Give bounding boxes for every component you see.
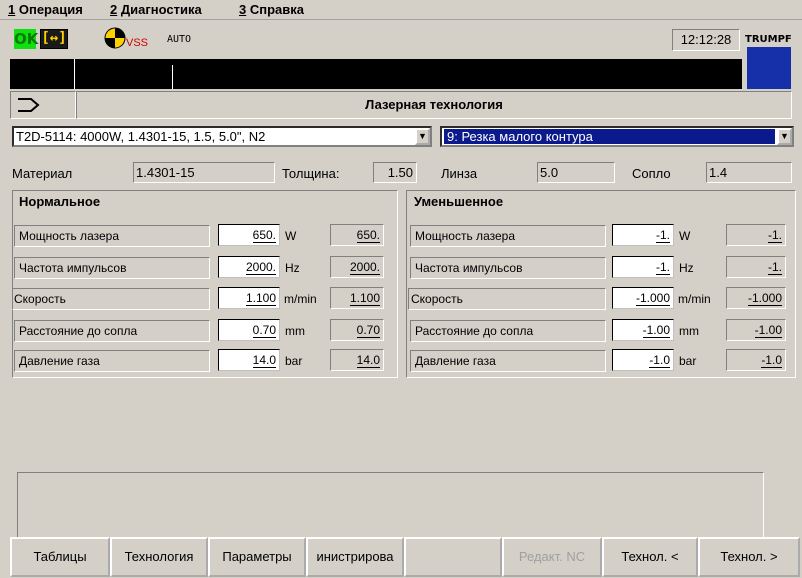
normal-label-speed: Скорость xyxy=(12,288,210,310)
message-area xyxy=(17,472,764,540)
chevron-down-icon[interactable]: ▼ xyxy=(777,128,792,145)
reduced-gas-pressure-input[interactable]: -1.0 xyxy=(612,349,674,371)
softkey-tables[interactable]: Таблицы xyxy=(10,537,110,577)
technology-select[interactable]: 9: Резка малого контура ▼ xyxy=(440,126,794,147)
reduced-panel-title: Уменьшенное xyxy=(414,194,504,209)
unit-label: Hz xyxy=(679,261,694,275)
connector-icon: [↔] xyxy=(40,29,68,49)
softkey-technology[interactable]: Технология xyxy=(110,537,208,577)
reduced-label-speed: Скорость xyxy=(408,288,606,310)
normal-gas-pressure-actual: 14.0 xyxy=(330,349,384,371)
reduced-speed-actual: -1.000 xyxy=(726,287,786,309)
reduced-label-nozzle-distance: Расстояние до сопла xyxy=(410,320,606,342)
unit-label: bar xyxy=(679,354,697,368)
unit-label: W xyxy=(679,229,691,243)
reduced-frequency-actual: -1. xyxy=(726,256,786,278)
mode-label: AUTO xyxy=(167,34,192,45)
lens-value: 5.0 xyxy=(537,162,615,183)
normal-speed-actual: 1.100 xyxy=(330,287,384,309)
normal-panel-title: Нормальное xyxy=(19,194,101,209)
vss-label: VSS xyxy=(126,37,149,49)
unit-label: W xyxy=(285,229,297,243)
reduced-label-frequency: Частота импульсов xyxy=(410,257,606,279)
unit-label: Hz xyxy=(285,261,300,275)
reduced-label-gas-pressure: Давление газа xyxy=(410,350,606,372)
normal-nozzle-distance-actual: 0.70 xyxy=(330,319,384,341)
menu-diagnostics[interactable]: 2 Диагностика xyxy=(110,2,202,17)
material-value: 1.4301-15 xyxy=(133,162,275,183)
softkey-tech-next[interactable]: Технол. > xyxy=(698,537,800,577)
softkey-parameters[interactable]: Параметры xyxy=(208,537,306,577)
laser-target-icon xyxy=(104,27,126,49)
status-bar: OK [↔] VSS AUTO 12:12:28 TRUMPF xyxy=(0,21,802,59)
nav-back-button[interactable] xyxy=(10,91,76,119)
normal-label-nozzle-distance: Расстояние до сопла xyxy=(14,320,210,342)
softkey-tech-prev[interactable]: Технол. < xyxy=(602,537,698,577)
normal-gas-pressure-input[interactable]: 14.0 xyxy=(218,349,280,371)
message-strip xyxy=(10,59,742,89)
nozzle-value: 1.4 xyxy=(706,162,792,183)
unit-label: bar xyxy=(285,354,303,368)
normal-frequency-actual: 2000. xyxy=(330,256,384,278)
softkey-empty[interactable] xyxy=(404,537,502,577)
unit-label: mm xyxy=(679,324,699,338)
thickness-value: 1.50 xyxy=(373,162,417,183)
chevron-down-icon[interactable]: ▼ xyxy=(415,128,430,145)
lens-label: Линза xyxy=(441,166,478,181)
normal-frequency-input[interactable]: 2000. xyxy=(218,256,280,278)
reduced-gas-pressure-actual: -1.0 xyxy=(726,349,786,371)
unit-label: mm xyxy=(285,324,305,338)
normal-speed-input[interactable]: 1.100 xyxy=(218,287,280,309)
program-select[interactable]: T2D-5114: 4000W, 1.4301-15, 1.5, 5.0", N… xyxy=(12,126,432,147)
menu-bar: 1 Операция 2 Диагностика 3 Справка xyxy=(0,0,802,20)
normal-label-power: Мощность лазера xyxy=(14,225,210,247)
normal-power-actual: 650. xyxy=(330,224,384,246)
strip-divider xyxy=(172,65,173,89)
menu-operation[interactable]: 1 Операция xyxy=(8,2,83,17)
reduced-power-input[interactable]: -1. xyxy=(612,224,674,246)
brand-box xyxy=(747,47,791,89)
nozzle-label: Сопло xyxy=(632,166,671,181)
arrow-right-icon xyxy=(18,98,40,112)
normal-label-frequency: Частота импульсов xyxy=(14,257,210,279)
reduced-nozzle-distance-input[interactable]: -1.00 xyxy=(612,319,674,341)
material-label: Материал xyxy=(12,166,73,181)
normal-power-input[interactable]: 650. xyxy=(218,224,280,246)
program-select-value: T2D-5114: 4000W, 1.4301-15, 1.5, 5.0", N… xyxy=(16,129,266,144)
strip-divider xyxy=(74,59,75,89)
clock: 12:12:28 xyxy=(672,29,740,51)
menu-help[interactable]: 3 Справка xyxy=(239,2,304,17)
ok-status-icon: OK xyxy=(14,29,39,49)
thickness-label: Толщина: xyxy=(282,166,340,181)
technology-select-value: 9: Резка малого контура xyxy=(444,129,775,144)
softkey-administration[interactable]: инистрирова xyxy=(306,537,404,577)
page-title: Лазерная технология xyxy=(76,91,792,119)
unit-label: m/min xyxy=(678,292,711,306)
unit-label: m/min xyxy=(284,292,317,306)
normal-nozzle-distance-input[interactable]: 0.70 xyxy=(218,319,280,341)
reduced-power-actual: -1. xyxy=(726,224,786,246)
reduced-speed-input[interactable]: -1.000 xyxy=(612,287,674,309)
reduced-frequency-input[interactable]: -1. xyxy=(612,256,674,278)
normal-label-gas-pressure: Давление газа xyxy=(14,350,210,372)
reduced-label-power: Мощность лазера xyxy=(410,225,606,247)
brand-logo: TRUMPF xyxy=(745,34,792,45)
reduced-nozzle-distance-actual: -1.00 xyxy=(726,319,786,341)
softkey-edit-nc[interactable]: Редакт. NC xyxy=(502,537,602,577)
